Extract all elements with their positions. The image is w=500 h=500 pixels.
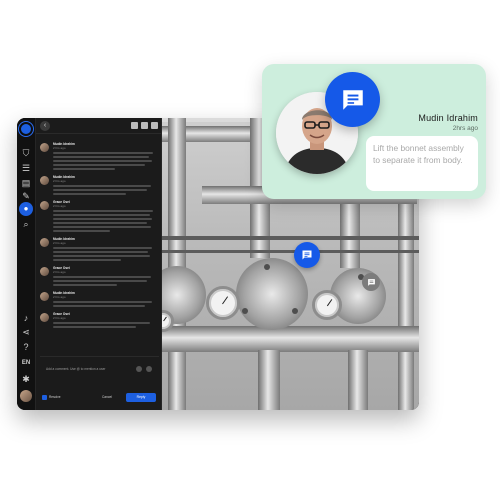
avatar xyxy=(40,267,49,276)
avatar xyxy=(40,313,49,322)
user-avatar[interactable] xyxy=(20,390,32,402)
avatar xyxy=(40,292,49,301)
comments-panel: ‹ Mudin Idrahim 2 hrs ago Mudin Idrahim … xyxy=(35,118,162,410)
copy-icon[interactable] xyxy=(131,122,138,129)
comment-input[interactable]: Add a comment. Use @ to mention a user xyxy=(46,367,105,371)
attachment-icon[interactable] xyxy=(141,122,148,129)
comments-icon[interactable]: ● xyxy=(19,202,33,216)
list-item: Mudin Idrahim 2 hrs ago xyxy=(40,175,157,195)
comment-icon[interactable] xyxy=(325,72,380,127)
avatar xyxy=(40,176,49,185)
back-icon[interactable]: ‹ xyxy=(40,121,50,131)
comment-time: 2 hrs ago xyxy=(53,316,66,320)
list-item: Mudin Idrahim 2 hrs ago xyxy=(40,237,157,261)
reply-button[interactable]: Reply xyxy=(126,393,156,402)
card-comment-text: Lift the bonnet assembly to separate it … xyxy=(366,136,478,191)
resolve-label: Resolve xyxy=(49,395,61,399)
comment-time: 2 hrs ago xyxy=(53,270,66,274)
pressure-gauge xyxy=(206,286,240,320)
card-timestamp: 2hrs ago xyxy=(452,125,478,132)
clipboard-icon[interactable]: ▤ xyxy=(21,178,31,188)
attach-icon[interactable] xyxy=(136,366,142,372)
comment-pin-active[interactable] xyxy=(294,242,320,268)
list-item: Grace Osei 2 hrs ago xyxy=(40,266,157,286)
settings-icon[interactable]: ✱ xyxy=(21,374,31,384)
panel-header: ‹ xyxy=(36,118,161,134)
avatar xyxy=(40,201,49,210)
comment-icon xyxy=(367,278,375,286)
help-icon[interactable]: ? xyxy=(21,342,31,352)
pencil-icon[interactable]: ✎ xyxy=(21,191,31,201)
cancel-button[interactable]: Cancel xyxy=(102,395,112,399)
comment-icon xyxy=(302,250,312,260)
share-icon[interactable]: ⋖ xyxy=(21,327,31,337)
list-item: Grace Osei 2 hrs ago xyxy=(40,200,157,232)
comment-time: 2 hrs ago xyxy=(53,295,66,299)
list-item: Mudin Idrahim 2 hrs ago xyxy=(40,142,157,170)
comment-time: 2 hrs ago xyxy=(53,204,66,208)
shield-icon[interactable]: ⛉ xyxy=(21,148,31,158)
comment-time: 2 hrs ago xyxy=(53,241,66,245)
list-item: Mudin Idrahim 2 hrs ago xyxy=(40,291,157,307)
comment-composer[interactable]: Add a comment. Use @ to mention a user xyxy=(40,356,159,386)
list-item: Grace Osei 2 hrs ago xyxy=(40,312,157,328)
avatar xyxy=(40,143,49,152)
card-author-name: Mudin Idrahim xyxy=(418,113,478,123)
app-logo[interactable] xyxy=(19,122,33,136)
resolve-checkbox[interactable] xyxy=(42,395,47,400)
language-label[interactable]: EN xyxy=(21,358,31,368)
icon-rail: ⛉ ☰ ▤ ✎ ● ⌕ ♪ ⋖ ? EN ✱ xyxy=(17,118,35,410)
bell-icon[interactable]: ♪ xyxy=(21,313,31,323)
avatar xyxy=(40,238,49,247)
pressure-gauge xyxy=(312,290,342,320)
more-icon[interactable] xyxy=(151,122,158,129)
composer-actions: Resolve Cancel Reply xyxy=(40,392,159,404)
search-icon[interactable]: ⌕ xyxy=(21,219,31,229)
chat-list-icon[interactable]: ☰ xyxy=(21,163,31,173)
comment-time: 2 hrs ago xyxy=(53,146,66,150)
comment-thread: Mudin Idrahim 2 hrs ago Mudin Idrahim 2 … xyxy=(36,135,161,353)
emoji-icon[interactable] xyxy=(146,366,152,372)
comment-time: 2 hrs ago xyxy=(53,179,66,183)
comment-pin[interactable] xyxy=(362,273,380,291)
